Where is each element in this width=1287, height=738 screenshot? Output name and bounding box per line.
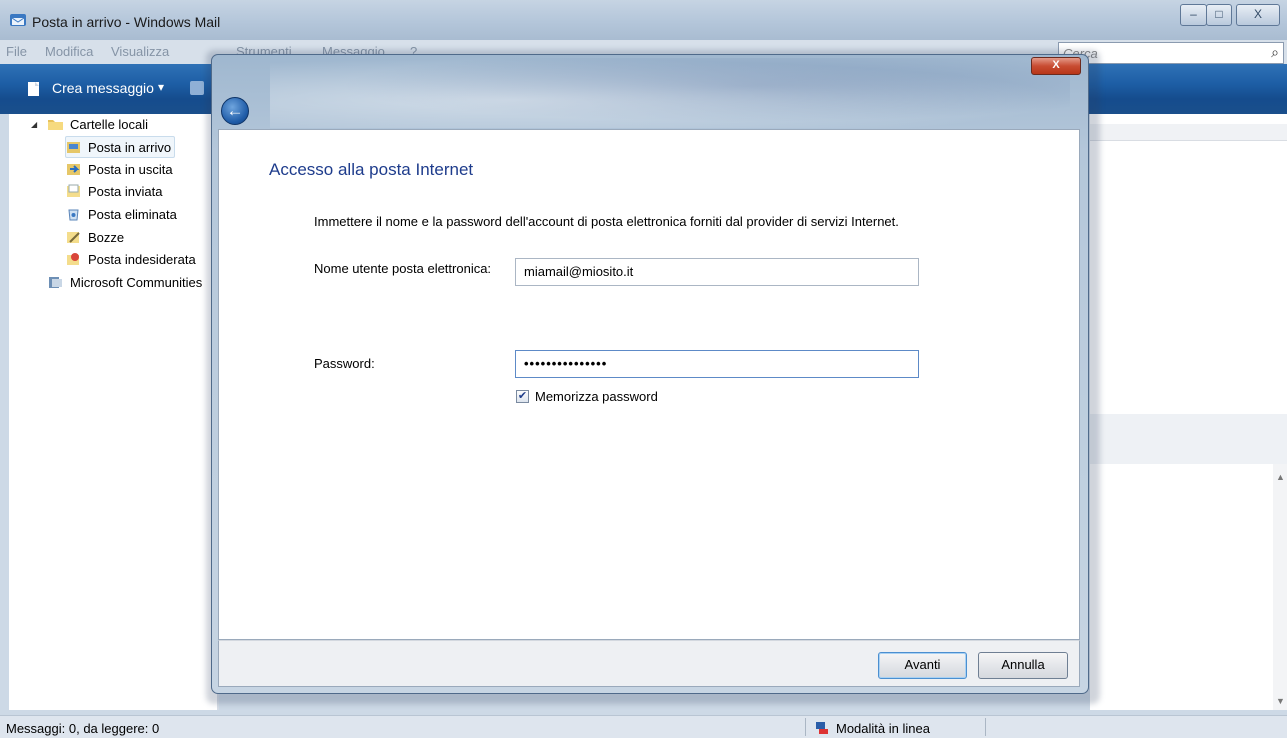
next-button[interactable]: Avanti [878,652,967,679]
sent-icon [67,184,80,197]
dialog-heading: Accesso alla posta Internet [269,160,474,179]
tree-label: Posta indesiderata [88,251,196,267]
new-message-dropdown[interactable]: ▾ [158,80,164,94]
scroll-down-icon[interactable]: ▼ [1276,696,1285,706]
dialog-description: Immettere il nome e la password dell'acc… [314,214,899,229]
tree-inbox[interactable]: Posta in arrivo [65,136,176,158]
message-list [1090,114,1287,414]
tree-label: Microsoft Communities [70,274,203,290]
inbox-icon [67,142,80,153]
username-field[interactable]: miamail@miosito.it [515,258,919,286]
tree-label: Posta in arrivo [88,139,172,155]
junk-icon [67,253,79,265]
tree-label: Posta in uscita [88,161,173,177]
password-field[interactable]: ••••••••••••••• [515,350,919,378]
tree-deleted[interactable]: Posta eliminata [66,204,177,224]
menu-edit[interactable]: Modifica [45,44,93,59]
new-message-icon [28,82,39,96]
dialog-close-button[interactable]: X [1031,57,1081,75]
tree-junk[interactable]: Posta indesiderata [66,249,196,269]
send-receive-icon[interactable] [190,81,204,95]
tree-drafts[interactable]: Bozze [66,227,124,247]
search-icon[interactable]: ⌕ [1271,44,1279,61]
message-list-header [1090,124,1287,141]
password-label: Password: [314,356,375,371]
scroll-up-icon[interactable]: ▲ [1276,472,1285,482]
cancel-button[interactable]: Annulla [978,652,1068,679]
tree-local-folders[interactable]: Cartelle locali [48,114,148,134]
remember-password-label[interactable]: Memorizza password [535,389,658,404]
mail-app-icon [10,14,26,26]
remember-password-checkbox[interactable]: ✔ [516,390,529,403]
tree-label: Bozze [88,229,125,245]
tree-label: Cartelle locali [70,116,149,132]
online-status-icon [816,722,828,734]
status-bar: Messaggi: 0, da leggere: 0 Modalità in l… [0,715,1287,738]
drafts-icon [67,232,80,243]
menu-file[interactable]: File [6,44,27,59]
status-online-mode: Modalità in linea [836,721,930,736]
status-message-count: Messaggi: 0, da leggere: 0 [6,721,160,736]
outbox-icon [67,164,80,175]
main-titlebar: Posta in arrivo - Windows Mail – □ X [0,0,1287,40]
tree-outbox[interactable]: Posta in uscita [66,159,173,179]
tree-label: Posta inviata [88,183,163,199]
preview-scrollbar[interactable]: ▲ ▼ [1273,464,1287,710]
preview-header [1090,414,1287,464]
community-icon [49,277,62,288]
username-label: Nome utente posta elettronica: [314,261,492,276]
maximize-button[interactable]: □ [1206,4,1232,26]
status-divider [985,718,986,736]
tree-label: Posta eliminata [88,206,177,222]
status-divider [805,718,806,736]
dialog-content [218,129,1080,640]
tree-sent[interactable]: Posta inviata [66,181,162,201]
collapse-arrow-icon[interactable]: ◢ [31,120,37,129]
dialog-glass [270,58,1070,128]
trash-icon [68,209,79,221]
minimize-button[interactable]: – [1180,4,1207,26]
preview-pane [1090,464,1287,710]
window-title: Posta in arrivo - Windows Mail [32,14,221,30]
local-folders-icon [48,120,63,130]
menu-view[interactable]: Visualizza [111,44,169,59]
new-message-button[interactable]: Crea messaggio [52,80,154,96]
back-arrow-icon[interactable]: ← [221,97,249,125]
tree-communities[interactable]: Microsoft Communities [48,272,202,292]
close-button[interactable]: X [1236,4,1280,26]
